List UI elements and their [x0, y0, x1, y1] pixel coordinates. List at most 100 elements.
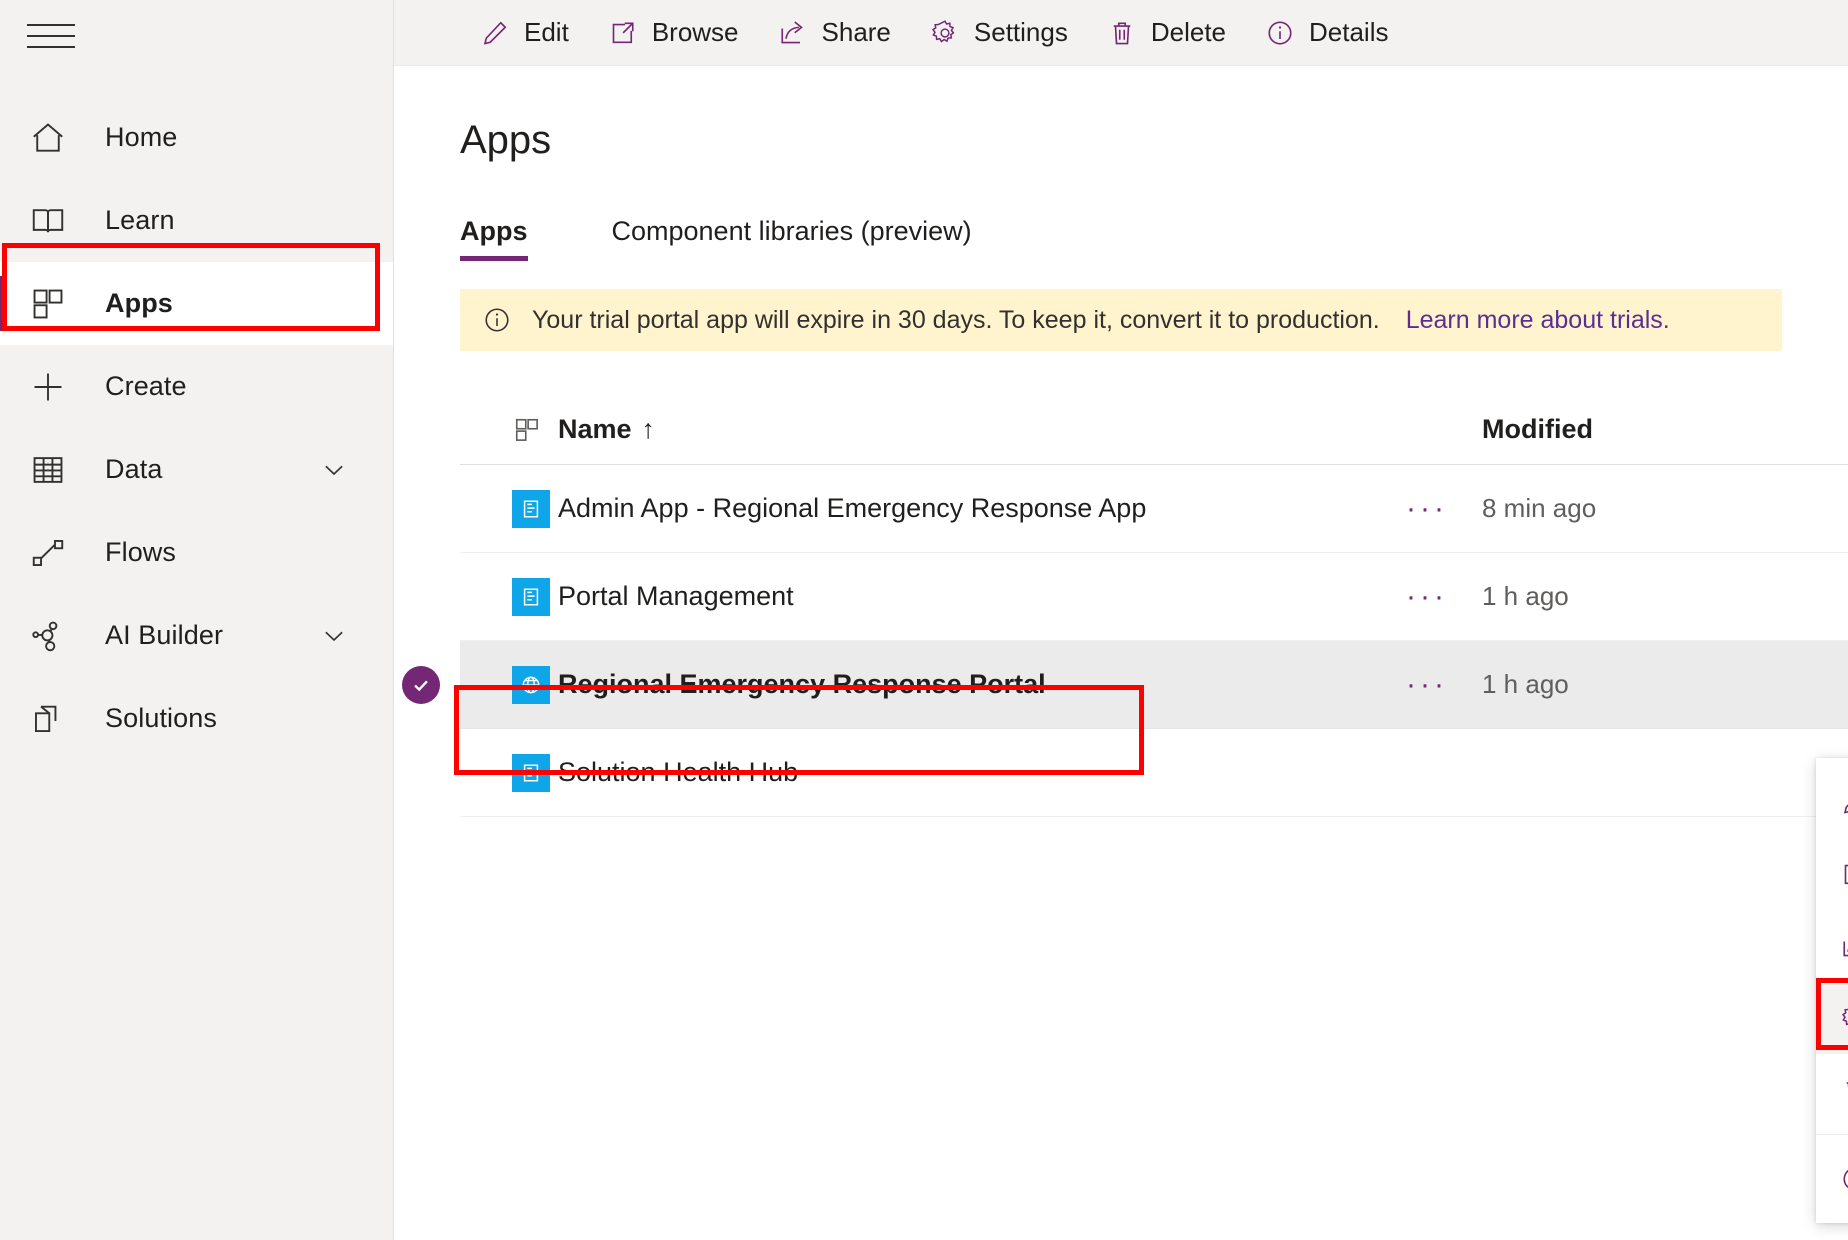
sidebar-item-label: Data [105, 454, 163, 484]
flow-icon [27, 532, 69, 574]
sidebar-item-label: Home [105, 122, 178, 152]
more-options-icon: ··· [1406, 667, 1448, 701]
command-edit[interactable]: Edit [460, 0, 588, 65]
row-name-cell: Portal Management [558, 581, 1372, 612]
table-icon [27, 449, 69, 491]
command-label: Share [821, 17, 891, 47]
command-settings[interactable]: Settings [910, 0, 1087, 65]
open-in-new-icon [1838, 857, 1848, 891]
apps-grid-icon [27, 283, 69, 325]
sidebar-item-label: Create [105, 371, 187, 401]
hamburger-icon[interactable] [27, 13, 83, 59]
hamburger-bar [27, 35, 75, 37]
command-label: Delete [1150, 17, 1227, 47]
row-overflow-button[interactable]: ··· [1372, 491, 1482, 525]
row-modified-cell: 8 min ago [1482, 493, 1782, 524]
command-label: Browse [651, 17, 739, 47]
row-name-cell: Regional Emergency Response Portal [558, 669, 1372, 700]
row-modified-cell: 1 h ago [1482, 669, 1782, 700]
context-menu-item-share[interactable]: Share [1816, 910, 1848, 982]
ai-builder-icon [27, 615, 69, 657]
hamburger-bar [27, 24, 75, 26]
share-icon [1838, 929, 1848, 963]
context-menu-separator [1816, 1134, 1848, 1135]
sidebar-nav: Home Learn Apps Create Data Flows AI Bui… [0, 96, 393, 760]
power-apps-maker-portal: Home Learn Apps Create Data Flows AI Bui… [0, 0, 1848, 1240]
share-icon [777, 17, 809, 49]
info-icon [482, 305, 516, 335]
sidebar-item-learn[interactable]: Learn [0, 179, 393, 262]
modified-time: 1 h ago [1482, 669, 1569, 699]
context-menu-item-delete[interactable]: Delete [1816, 1054, 1848, 1126]
info-icon [1838, 1162, 1848, 1196]
command-label: Edit [524, 17, 569, 47]
tab-component-libraries[interactable]: Component libraries (preview) [612, 216, 990, 261]
trial-notification-banner: Your trial portal app will expire in 30 … [460, 289, 1782, 351]
column-header-modified[interactable]: Modified [1482, 414, 1782, 445]
row-selected-check-icon[interactable] [402, 665, 440, 704]
table-row[interactable]: Admin App - Regional Emergency Response … [460, 465, 1848, 553]
plus-icon [27, 366, 69, 408]
model-driven-app-icon [512, 753, 550, 792]
model-driven-app-icon [512, 489, 550, 528]
sidebar-item-data[interactable]: Data [0, 428, 393, 511]
solutions-icon [27, 698, 69, 740]
command-bar: Edit Browse Share Settings Delete Detail… [394, 0, 1848, 66]
info-icon [1264, 17, 1296, 49]
command-details[interactable]: Details [1245, 0, 1407, 65]
sidebar-item-label: Flows [105, 537, 177, 567]
modified-time: 1 h ago [1482, 581, 1569, 611]
app-name: Admin App - Regional Emergency Response … [558, 493, 1147, 523]
row-overflow-button[interactable]: ··· [1372, 667, 1482, 701]
row-icon-cell [460, 577, 558, 616]
sidebar-item-solutions[interactable]: Solutions [0, 677, 393, 760]
modified-time: 8 min ago [1482, 493, 1597, 523]
row-overflow-button[interactable]: ··· [1372, 579, 1482, 613]
main-content: Edit Browse Share Settings Delete Detail… [394, 0, 1848, 1240]
command-label: Settings [973, 17, 1068, 47]
tab-strip: Apps Component libraries (preview) [460, 205, 1848, 261]
command-share[interactable]: Share [758, 0, 910, 65]
sidebar-item-apps[interactable]: Apps [0, 262, 393, 345]
sidebar-item-create[interactable]: Create [0, 345, 393, 428]
column-header-name-label: Name [558, 414, 632, 444]
column-header-name[interactable]: Name ↑ [558, 414, 1372, 445]
table-header-row: Name ↑ Modified [460, 395, 1848, 465]
tab-apps[interactable]: Apps [460, 216, 546, 261]
context-menu-item-settings[interactable]: Settings [1816, 982, 1848, 1054]
book-icon [27, 200, 69, 242]
row-icon-cell [460, 489, 558, 528]
model-driven-app-icon [512, 577, 550, 616]
banner-message: Your trial portal app will expire in 30 … [532, 305, 1380, 334]
banner-learn-more-link[interactable]: Learn more about trials. [1406, 306, 1670, 335]
left-sidebar: Home Learn Apps Create Data Flows AI Bui… [0, 0, 394, 1240]
context-menu-item-details[interactable]: Details [1816, 1143, 1848, 1215]
chevron-down-icon[interactable] [319, 455, 349, 485]
app-name: Portal Management [558, 581, 794, 611]
sidebar-item-flows[interactable]: Flows [0, 511, 393, 594]
row-name-cell: Solution Health Hub [558, 757, 1372, 788]
sidebar-item-label: Solutions [105, 703, 217, 733]
row-icon-cell [460, 753, 558, 792]
hamburger-bar [27, 46, 75, 48]
table-row[interactable]: Solution Health Hub [460, 729, 1848, 817]
command-browse[interactable]: Browse [588, 0, 758, 65]
gear-icon [1838, 1001, 1848, 1035]
row-icon-cell [402, 665, 558, 704]
chevron-down-icon[interactable] [319, 621, 349, 651]
gear-icon [929, 17, 961, 49]
trash-icon [1838, 1073, 1848, 1107]
row-name-cell: Admin App - Regional Emergency Response … [558, 493, 1372, 524]
context-menu-item-browse[interactable]: Browse [1816, 838, 1848, 910]
table-row-selected[interactable]: Regional Emergency Response Portal ··· 1… [402, 641, 1848, 729]
context-menu-item-edit[interactable]: Edit [1816, 766, 1848, 838]
sidebar-item-home[interactable]: Home [0, 96, 393, 179]
tab-label: Component libraries (preview) [611, 216, 972, 246]
more-options-icon: ··· [1406, 579, 1448, 613]
sidebar-item-ai-builder[interactable]: AI Builder [0, 594, 393, 677]
column-header-icon [460, 415, 558, 445]
command-delete[interactable]: Delete [1087, 0, 1245, 65]
more-options-icon: ··· [1406, 491, 1448, 525]
table-row[interactable]: Portal Management ··· 1 h ago [460, 553, 1848, 641]
home-icon [27, 117, 69, 159]
